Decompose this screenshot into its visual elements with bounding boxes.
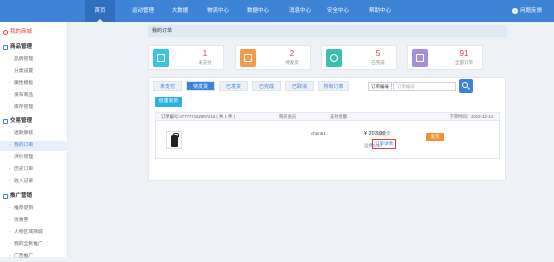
sidebar-item-publish[interactable]: 发布商品 bbox=[0, 91, 68, 101]
sidebar-item-my-orders[interactable]: 我的订单 bbox=[0, 141, 68, 151]
nav-home[interactable]: 首页 bbox=[85, 0, 115, 22]
search-field-select[interactable]: 订单编号 bbox=[368, 82, 392, 91]
order-time: 下单时间：2023-12-14 bbox=[449, 114, 493, 119]
nav-logistics[interactable]: 物流中心 bbox=[200, 0, 236, 22]
wallet-icon bbox=[153, 49, 169, 67]
tab-to-ship[interactable]: 待发货 bbox=[186, 81, 215, 91]
info-icon: i bbox=[511, 7, 518, 14]
stat-card-completed[interactable]: 5 已完成 bbox=[321, 45, 397, 70]
sidebar-section-goods[interactable]: 商品管理 bbox=[0, 42, 68, 53]
nav-security[interactable]: 安全中心 bbox=[320, 0, 356, 22]
search-input[interactable]: 订单编号 bbox=[393, 82, 456, 91]
sidebar-section-trade[interactable]: 交易管理 bbox=[0, 116, 68, 127]
clock-icon bbox=[326, 49, 342, 67]
nav-help[interactable]: 帮助中心 bbox=[362, 0, 398, 22]
cart-icon bbox=[412, 49, 428, 67]
top-navbar: 首页 运动管理 大数据 物流中心 数据中心 消息中心 安全中心 帮助中心 i 问题… bbox=[0, 0, 554, 22]
order-header: 订单编号:477777162857216 ( 共 1 件 ) 购买会员 支付金额… bbox=[155, 112, 500, 121]
tab-completed[interactable]: 已完成 bbox=[252, 81, 281, 91]
feedback-link[interactable]: i 问题反馈 bbox=[511, 0, 542, 22]
sidebar: 我的商城 商品管理 品牌管理 分类设置 属性模板 发布商品 库存管理 交易管理 … bbox=[0, 22, 68, 262]
sidebar-item-template[interactable]: 属性模板 bbox=[0, 79, 68, 89]
sidebar-item-region[interactable]: 人物区域商城 bbox=[0, 228, 68, 238]
backpack-image bbox=[171, 133, 179, 147]
nav-data[interactable]: 数据中心 bbox=[240, 0, 276, 22]
nav-message[interactable]: 消息中心 bbox=[282, 0, 318, 22]
order-row: chen51 ¥ 203.00 运费0.00 待发货 订单详情 发货 bbox=[155, 121, 500, 159]
tab-shipped[interactable]: 已发货 bbox=[219, 81, 248, 91]
box-icon bbox=[3, 45, 8, 50]
package-icon bbox=[240, 49, 256, 67]
cart-icon bbox=[3, 119, 8, 124]
ship-button[interactable]: 发货 bbox=[426, 133, 444, 141]
buyer-name: chen51 bbox=[311, 131, 326, 136]
breadcrumb: 我的订单 bbox=[148, 25, 507, 37]
nav-sports[interactable]: 运动管理 bbox=[125, 0, 161, 22]
sidebar-item-income[interactable]: 收入记录 bbox=[0, 177, 68, 187]
stat-card-unpaid[interactable]: 1 未支付 bbox=[148, 45, 224, 70]
order-number: 订单编号:477777162857216 ( 共 1 件 ) bbox=[161, 114, 236, 119]
tab-unpaid[interactable]: 未支付 bbox=[153, 81, 182, 91]
sidebar-item-referral[interactable]: 我的全民推广 bbox=[0, 240, 68, 250]
nav-bigdata[interactable]: 大数据 bbox=[165, 0, 195, 22]
search-button[interactable] bbox=[459, 79, 473, 93]
column-buyer: 购买会员 bbox=[279, 114, 297, 119]
tab-cancelled[interactable]: 已取消 bbox=[285, 81, 314, 91]
sidebar-item-history[interactable]: 历史订单 bbox=[0, 165, 68, 175]
chart-icon bbox=[3, 194, 8, 199]
sidebar-item-refund[interactable]: 退款审核 bbox=[0, 129, 68, 139]
sidebar-item-stock[interactable]: 库存管理 bbox=[0, 103, 68, 113]
tab-all-orders[interactable]: 所有订单 bbox=[318, 81, 349, 91]
sidebar-item-brand[interactable]: 品牌管理 bbox=[0, 55, 68, 65]
home-icon bbox=[3, 30, 8, 35]
sidebar-item-ads[interactable]: 广告推广 bbox=[0, 252, 68, 262]
sidebar-section-marketing[interactable]: 推广营销 bbox=[0, 191, 68, 202]
sidebar-item-promo[interactable]: 推荐促销 bbox=[0, 204, 68, 214]
order-status: 待发货 bbox=[377, 131, 391, 136]
sidebar-item-coupon[interactable]: 优惠券 bbox=[0, 216, 68, 226]
sidebar-store-link[interactable]: 我的商城 bbox=[0, 27, 68, 38]
sidebar-item-reviews[interactable]: 评价管理 bbox=[0, 153, 68, 163]
stat-card-all[interactable]: 91 全部订单 bbox=[407, 45, 483, 70]
stat-card-to-ship[interactable]: 2 待发货 bbox=[235, 45, 311, 70]
column-amount: 支付金额 bbox=[330, 114, 348, 119]
product-thumbnail[interactable] bbox=[166, 131, 182, 149]
batch-ship-button[interactable]: 批量发货 bbox=[155, 97, 182, 107]
order-detail-link[interactable]: 订单详情 bbox=[372, 139, 396, 149]
sidebar-item-category[interactable]: 分类设置 bbox=[0, 67, 68, 77]
